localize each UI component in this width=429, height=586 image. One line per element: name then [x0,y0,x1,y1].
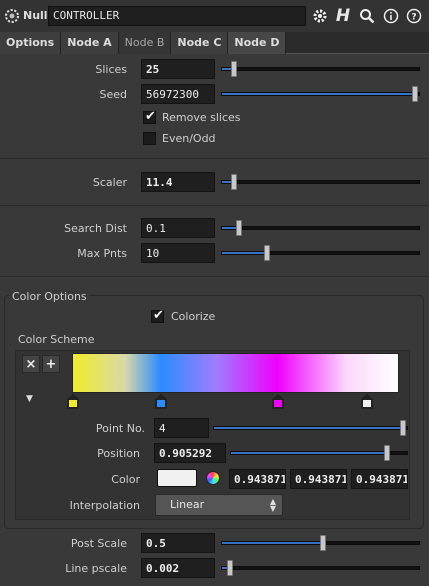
color-wheel-icon[interactable] [206,471,220,485]
seed-field[interactable]: 56972300 [141,84,215,104]
post-scale-field[interactable]: 0.5 [141,533,215,553]
scaler-field[interactable]: 11.4 [141,172,215,192]
checkmark-icon: ✔ [145,109,156,124]
color-swatch[interactable] [157,469,197,487]
max-pnts-label: Max Pnts [77,247,127,260]
line-pscale-label: Line pscale [65,562,127,575]
scaler-label: Scaler [92,176,127,189]
point-no-label: Point No. [95,422,145,435]
color-label: Color [111,473,140,486]
dropdown-arrows-icon: ▲ ▼ [269,497,276,513]
search-dist-field[interactable]: 0.1 [141,218,215,238]
add-point-button[interactable]: + [42,355,60,373]
slider-knob[interactable] [400,420,406,436]
search-dist-label: Search Dist [64,222,127,235]
color-r-field[interactable]: 0.943871 [229,469,286,489]
scaler-slider[interactable] [221,174,420,190]
even-odd-label: Even/Odd [162,132,216,145]
slider-knob[interactable] [412,86,418,102]
remove-slices-checkbox[interactable]: ✔ [143,109,156,124]
ramp-point-marker[interactable] [154,394,168,410]
tab-options[interactable]: Options [0,32,62,54]
color-options-title: Color Options [10,290,89,303]
help-icon[interactable]: ? [404,6,424,26]
line-pscale-slider[interactable] [221,560,420,576]
houdini-h-icon[interactable]: H [333,6,353,26]
info-icon[interactable] [381,6,401,26]
colorize-label: Colorize [171,310,216,323]
position-slider[interactable] [230,445,408,461]
separator [0,205,429,206]
slider-knob[interactable] [230,61,237,77]
color-b-field[interactable]: 0.943871 [351,469,408,489]
ramp-point-marker[interactable] [360,394,374,410]
interpolation-value: Linear [170,498,205,511]
slider-knob[interactable] [230,174,237,190]
max-pnts-slider[interactable] [221,245,420,261]
line-pscale-field[interactable]: 0.002 [141,558,215,578]
seed-slider[interactable] [221,86,420,102]
node-type-label: Null [23,9,48,22]
slices-label: Slices [95,63,127,76]
tab-node-d[interactable]: Node D [228,32,287,54]
search-icon[interactable] [357,6,377,26]
slider-knob[interactable] [264,245,270,261]
tab-bar: Options Node A Node B Node C Node D [0,32,429,54]
interpolation-label: Interpolation [69,499,140,512]
color-g-field[interactable]: 0.943871 [290,469,347,489]
slider-knob[interactable] [227,560,233,576]
post-scale-slider[interactable] [221,535,420,551]
seed-label: Seed [99,88,128,101]
ramp-point-marker[interactable] [271,394,285,410]
ramp-point-marker[interactable] [66,394,80,410]
slider-knob[interactable] [319,535,326,551]
delete-point-button[interactable]: × [22,355,40,373]
ramp-menu-triangle-icon[interactable]: ▼ [26,394,33,404]
separator [0,158,429,159]
remove-slices-label: Remove slices [162,111,241,124]
tab-node-a[interactable]: Node A [61,32,119,54]
gear-icon[interactable] [310,6,330,26]
even-odd-checkbox[interactable]: ✔ [143,132,156,145]
slider-knob[interactable] [236,220,243,236]
separator [0,276,429,277]
color-scheme-label: Color Scheme [18,333,95,346]
post-scale-label: Post Scale [70,537,127,550]
slices-slider[interactable] [221,61,420,77]
slices-field[interactable]: 25 [141,59,215,79]
tab-node-c[interactable]: Node C [171,32,229,54]
tab-node-b[interactable]: Node B [118,32,172,54]
colorize-checkbox[interactable]: ✔ [151,308,164,323]
point-no-field[interactable]: 4 [154,418,209,438]
node-header: Null CONTROLLER H ? [0,0,429,32]
position-field[interactable]: 0.905292 [154,443,226,463]
search-dist-slider[interactable] [221,220,420,236]
svg-text:?: ? [411,13,416,23]
point-no-slider[interactable] [213,420,408,436]
null-node-icon [5,9,19,23]
max-pnts-field[interactable]: 10 [141,243,215,263]
slider-knob[interactable] [384,445,391,461]
position-label: Position [97,447,140,460]
interpolation-dropdown[interactable]: Linear ▲ ▼ [155,494,283,516]
checkmark-icon: ✔ [153,308,164,323]
node-name-field[interactable]: CONTROLLER [48,6,306,26]
color-ramp[interactable] [72,353,399,393]
